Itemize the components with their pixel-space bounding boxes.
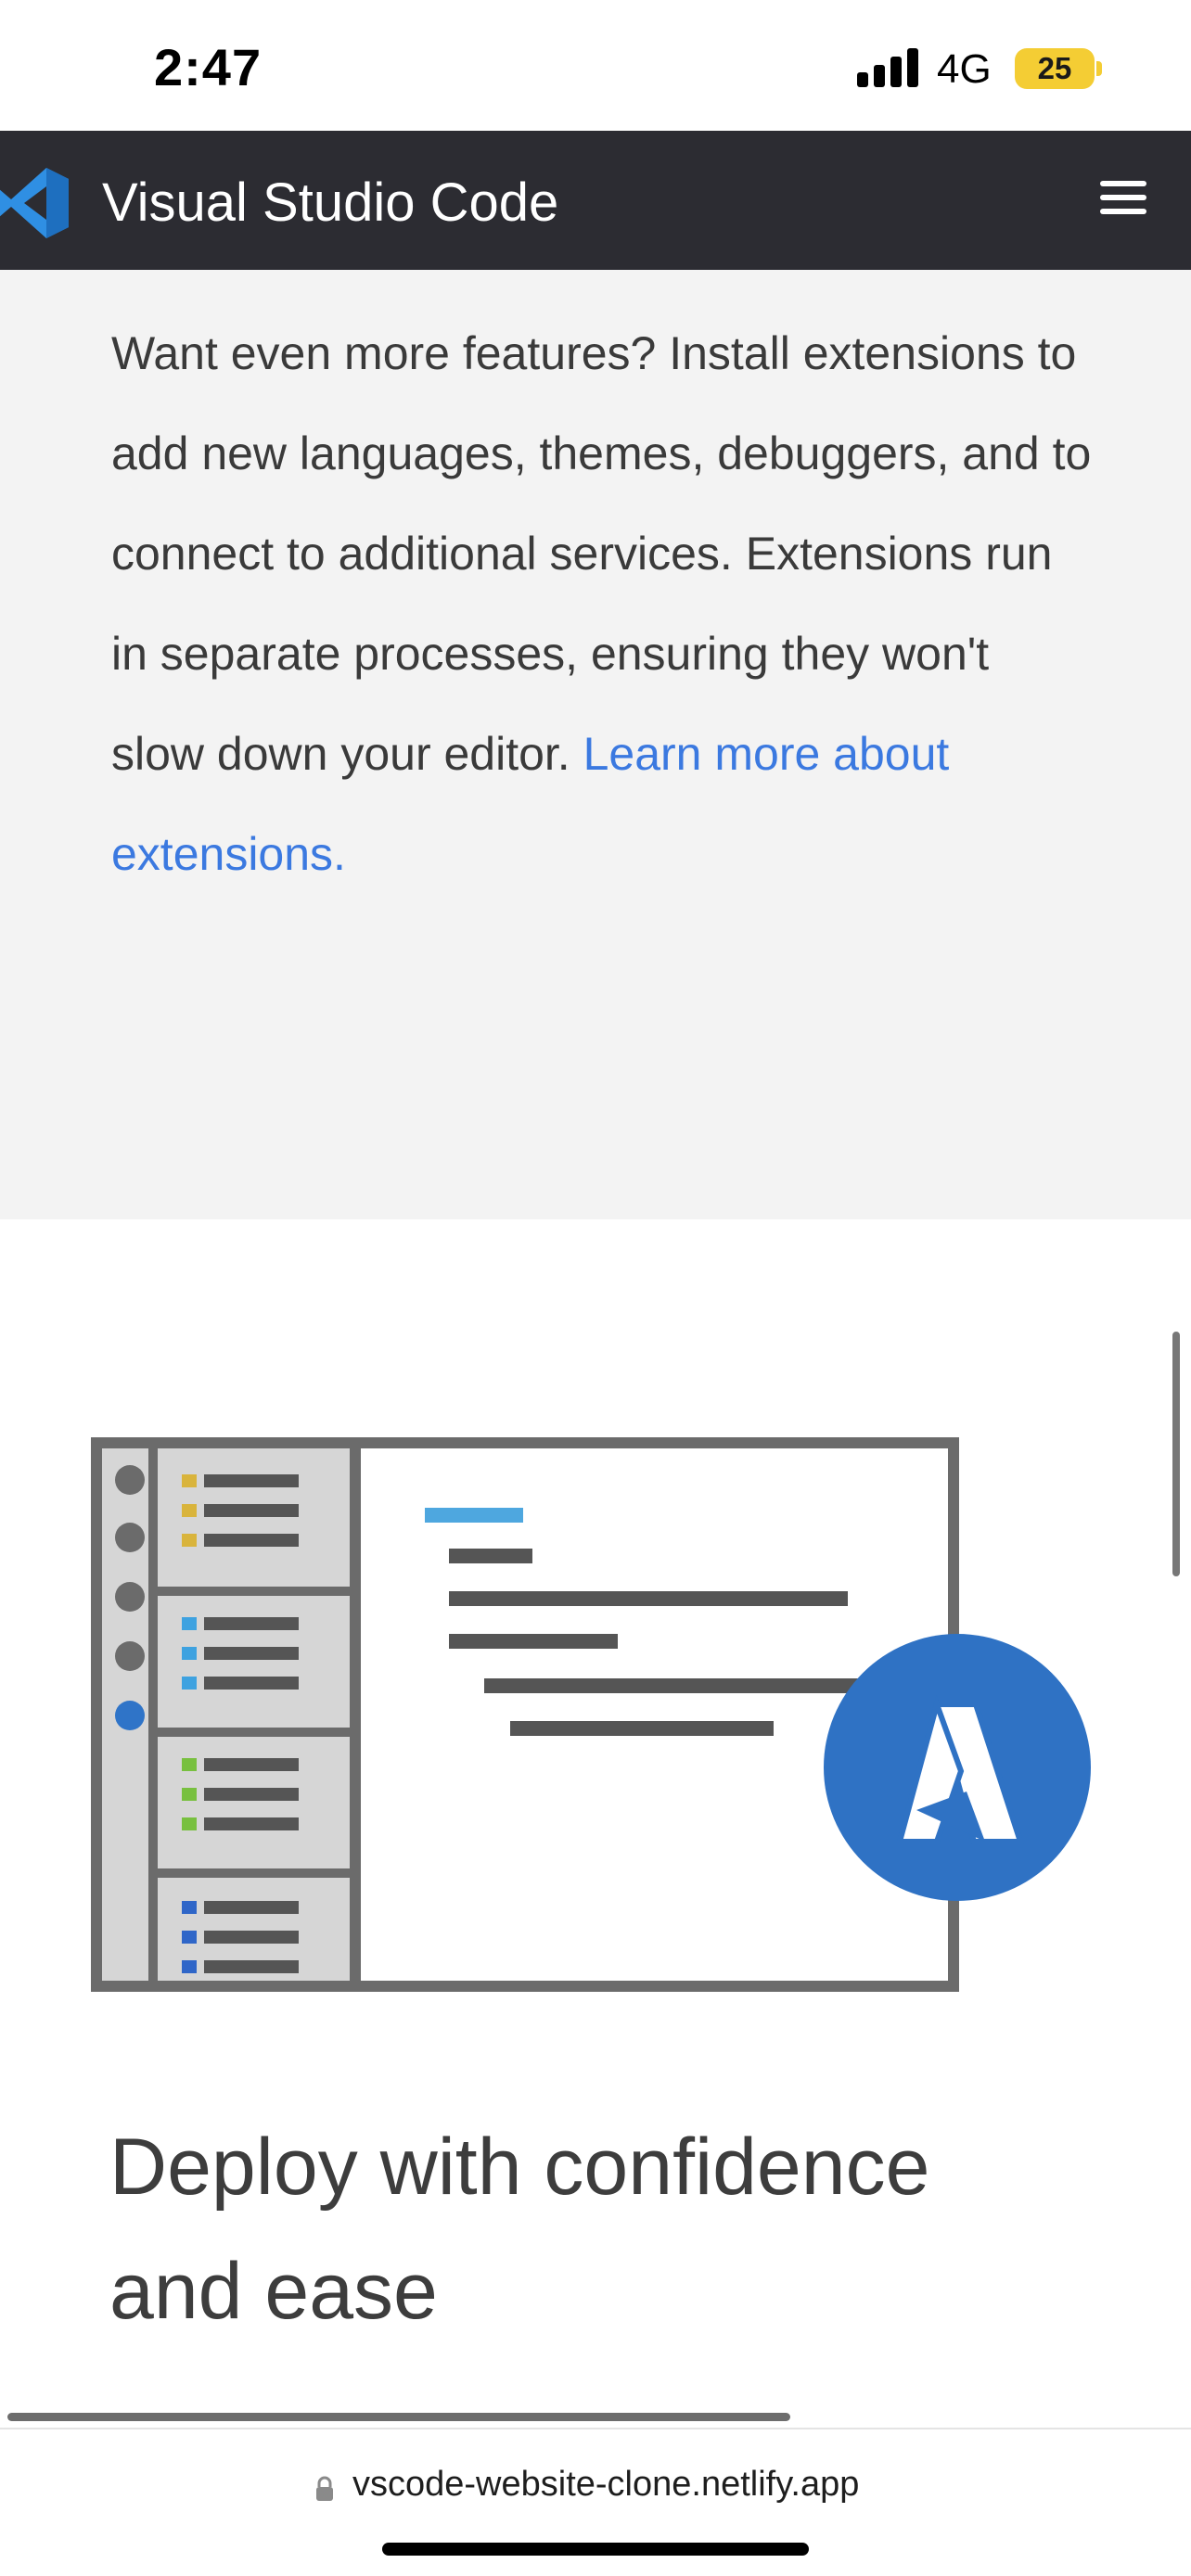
extensions-text: Want even more features? Install extensi…	[111, 327, 1092, 780]
battery-tip	[1096, 61, 1102, 76]
navbar: Visual Studio Code	[0, 131, 1191, 270]
url-text[interactable]: vscode-website-clone.netlify.app	[352, 2465, 859, 2505]
status-bar: 2:47 4G 25	[0, 0, 1191, 131]
vscode-logo-icon[interactable]	[0, 166, 70, 240]
status-time: 2:47	[154, 38, 263, 96]
browser-address-bar[interactable]: vscode-website-clone.netlify.app	[0, 2428, 1191, 2576]
signal-strength-icon	[857, 48, 920, 87]
hamburger-menu-icon[interactable]	[1100, 177, 1146, 218]
horizontal-scrollbar[interactable]	[7, 2413, 790, 2421]
network-type: 4G	[937, 46, 992, 92]
brand-title[interactable]: Visual Studio Code	[102, 172, 558, 234]
deploy-illustration	[91, 1437, 1091, 1992]
vertical-scrollbar[interactable]	[1172, 1332, 1180, 1576]
page: 2:47 4G 25 Visual Studio Code Want even …	[0, 0, 1191, 2576]
extensions-section: Want even more features? Install extensi…	[0, 270, 1191, 1219]
home-indicator[interactable]	[382, 2543, 809, 2556]
extensions-paragraph: Want even more features? Install extensi…	[111, 303, 1095, 904]
lock-icon	[316, 2476, 333, 2501]
battery-icon: 25	[1015, 48, 1095, 89]
deploy-heading: Deploy with confidence and ease	[109, 2123, 930, 2336]
